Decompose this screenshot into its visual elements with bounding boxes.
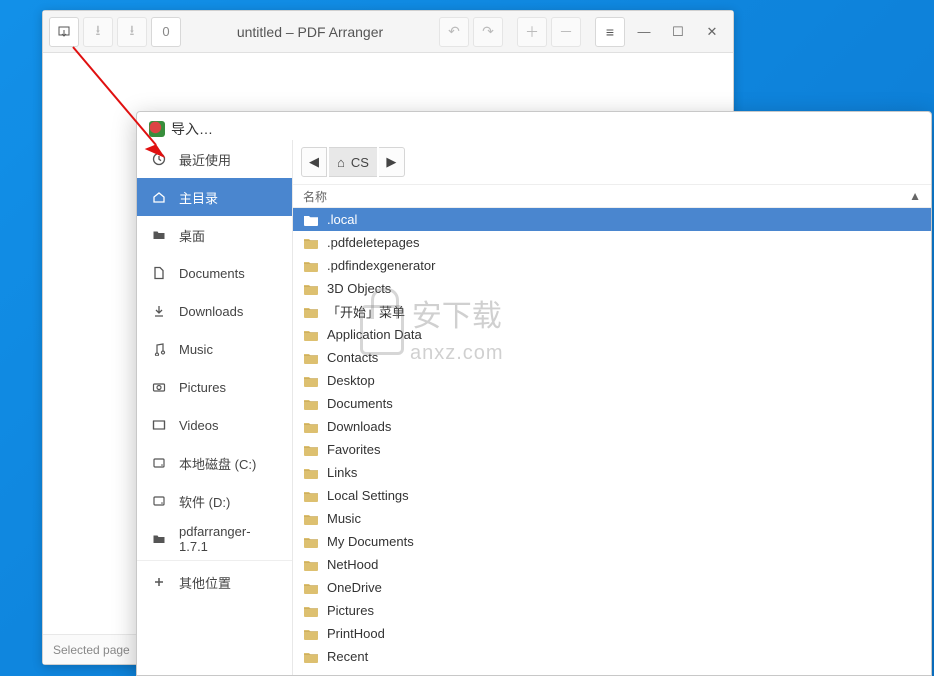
path-bar: ◀ ⌂ CS ▶ (293, 140, 931, 184)
folder-icon (303, 558, 319, 572)
home-icon: ⌂ (337, 155, 345, 170)
dialog-titlebar: 导入… (137, 112, 931, 140)
folder-icon (303, 397, 319, 411)
file-row[interactable]: Contacts (293, 346, 931, 369)
music-icon (151, 342, 167, 356)
path-back-button[interactable]: ◀ (301, 147, 327, 177)
places-sidebar: 最近使用主目录桌面DocumentsDownloadsMusicPictures… (137, 140, 293, 675)
folder-icon (303, 627, 319, 641)
download-icon (151, 304, 167, 318)
file-row[interactable]: PrintHood (293, 622, 931, 645)
folder-icon (303, 259, 319, 273)
folder-icon (303, 604, 319, 618)
folder-icon (303, 213, 319, 227)
save-button[interactable]: ⭳ (83, 17, 113, 47)
sidebar-item--d-[interactable]: 软件 (D:) (137, 482, 292, 520)
titlebar: ⭳ ⭳ 0 untitled – PDF Arranger ↶ ↷ ＋ － ≡ … (43, 11, 733, 53)
sidebar-other-locations[interactable]: 其他位置 (137, 563, 292, 601)
file-row[interactable]: 3D Objects (293, 277, 931, 300)
sidebar-item-pictures[interactable]: Pictures (137, 368, 292, 406)
file-row[interactable]: Music (293, 507, 931, 530)
maximize-button[interactable]: ☐ (663, 17, 693, 47)
window-title: untitled – PDF Arranger (185, 24, 435, 40)
file-row[interactable]: 「开始」菜单 (293, 300, 931, 323)
file-row[interactable]: NetHood (293, 553, 931, 576)
folder-icon (303, 650, 319, 664)
file-row[interactable]: Links (293, 461, 931, 484)
folder-icon (303, 282, 319, 296)
file-row[interactable]: .pdfindexgenerator (293, 254, 931, 277)
sidebar-item-downloads[interactable]: Downloads (137, 292, 292, 330)
folder-icon (303, 374, 319, 388)
file-row[interactable]: .local (293, 208, 931, 231)
file-row[interactable]: Desktop (293, 369, 931, 392)
folder-icon (303, 236, 319, 250)
sidebar-item-pdfarranger-1-7-1[interactable]: pdfarranger-1.7.1 (137, 520, 292, 558)
folder-icon (303, 305, 319, 319)
folder-icon (303, 512, 319, 526)
sidebar-item--[interactable]: 最近使用 (137, 140, 292, 178)
save-as-button[interactable]: ⭳ (117, 17, 147, 47)
app-icon (149, 121, 165, 137)
sidebar-item--[interactable]: 桌面 (137, 216, 292, 254)
plus-icon (151, 575, 167, 589)
sort-indicator-icon: ▲ (909, 189, 921, 203)
file-list: .local.pdfdeletepages.pdfindexgenerator3… (293, 208, 931, 675)
redo-button[interactable]: ↷ (473, 17, 503, 47)
file-row[interactable]: My Documents (293, 530, 931, 553)
file-row[interactable]: Application Data (293, 323, 931, 346)
disk-icon (151, 456, 167, 470)
minimize-button[interactable]: ― (629, 17, 659, 47)
dialog-title-text: 导入… (171, 119, 213, 139)
sidebar-item-documents[interactable]: Documents (137, 254, 292, 292)
close-button[interactable]: ✕ (697, 17, 727, 47)
folder-icon (151, 532, 167, 546)
file-row[interactable]: Downloads (293, 415, 931, 438)
clock-icon (151, 152, 167, 166)
home-icon (151, 190, 167, 204)
undo-button[interactable]: ↶ (439, 17, 469, 47)
folder-icon (303, 535, 319, 549)
sidebar-item-music[interactable]: Music (137, 330, 292, 368)
folder-icon (303, 351, 319, 365)
file-row[interactable]: Documents (293, 392, 931, 415)
file-row[interactable]: Pictures (293, 599, 931, 622)
file-row[interactable]: Recent (293, 645, 931, 668)
camera-icon (151, 380, 167, 394)
import-button[interactable] (49, 17, 79, 47)
file-list-header[interactable]: 名称 ▲ (293, 184, 931, 208)
folder-icon (303, 581, 319, 595)
zoom-in-button[interactable]: ＋ (517, 17, 547, 47)
menu-button[interactable]: ≡ (595, 17, 625, 47)
page-counter: 0 (151, 17, 181, 47)
doc-icon (151, 266, 167, 280)
import-dialog: 导入… 最近使用主目录桌面DocumentsDownloadsMusicPict… (136, 111, 932, 676)
sidebar-item-videos[interactable]: Videos (137, 406, 292, 444)
sidebar-item--[interactable]: 主目录 (137, 178, 292, 216)
file-row[interactable]: OneDrive (293, 576, 931, 599)
sidebar-item--c-[interactable]: 本地磁盘 (C:) (137, 444, 292, 482)
path-forward-button[interactable]: ▶ (379, 147, 405, 177)
folder-icon (303, 489, 319, 503)
column-name: 名称 (303, 188, 909, 205)
folder-icon (303, 466, 319, 480)
folder-icon (303, 420, 319, 434)
disk-icon (151, 494, 167, 508)
folder-icon (303, 328, 319, 342)
file-row[interactable]: .pdfdeletepages (293, 231, 931, 254)
folder-icon (151, 228, 167, 242)
folder-icon (303, 443, 319, 457)
zoom-out-button[interactable]: － (551, 17, 581, 47)
file-row[interactable]: Favorites (293, 438, 931, 461)
file-row[interactable]: Local Settings (293, 484, 931, 507)
file-panel: ◀ ⌂ CS ▶ 名称 ▲ .local.pdfdeletepages.pdfi… (293, 140, 931, 675)
video-icon (151, 418, 167, 432)
path-current[interactable]: ⌂ CS (329, 147, 377, 177)
